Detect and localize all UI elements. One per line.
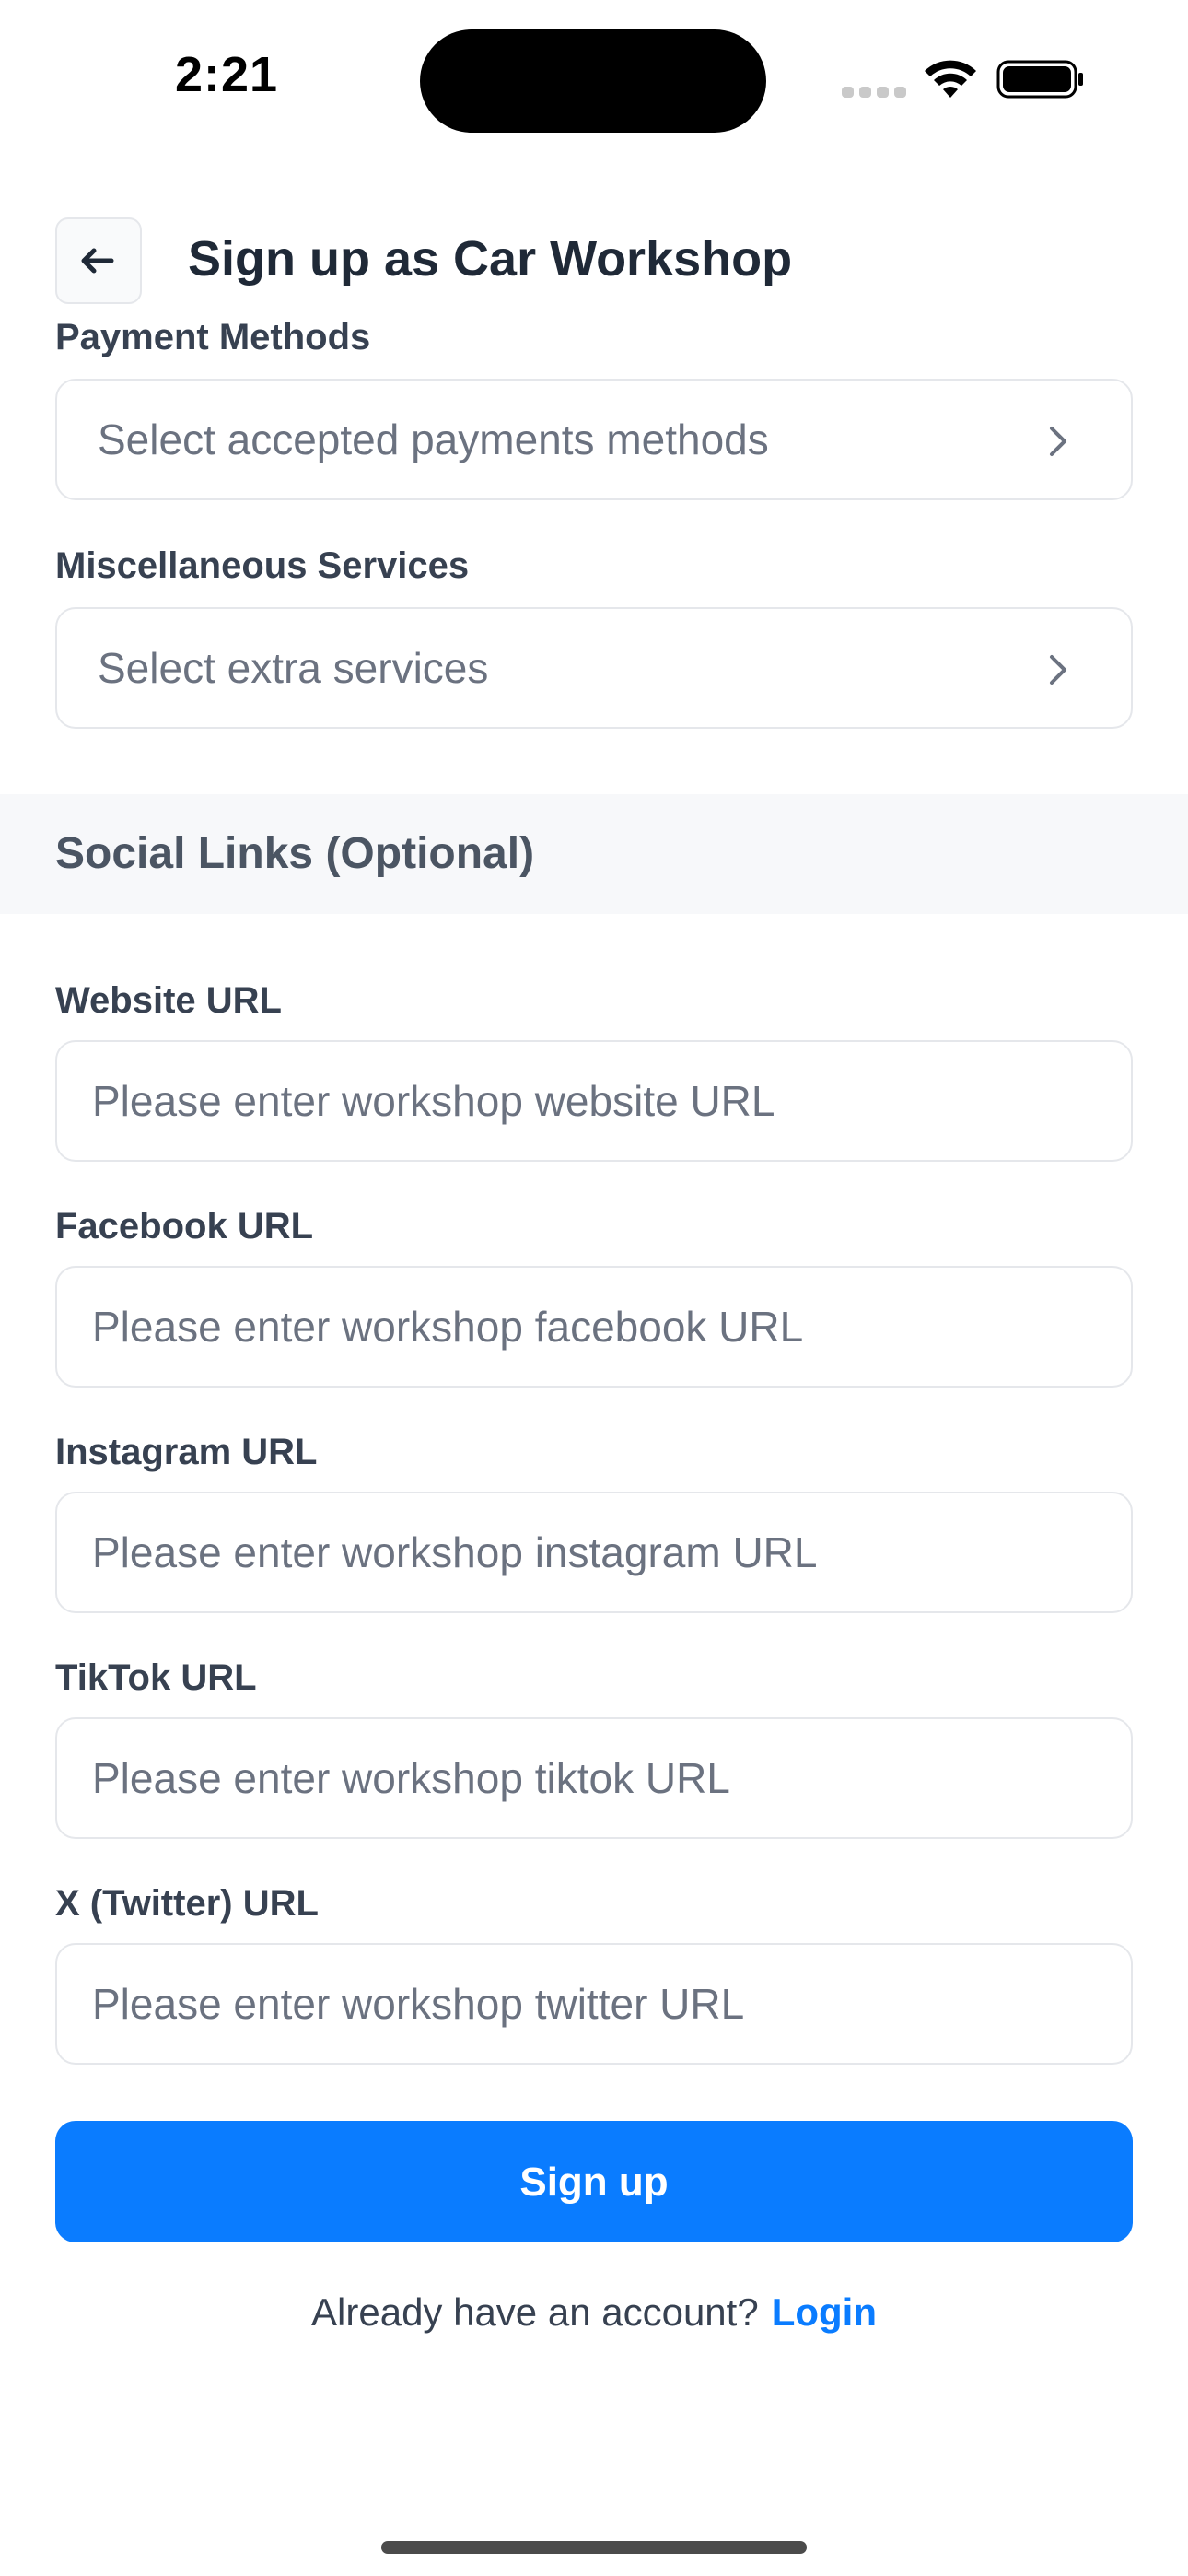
website-url-label: Website URL	[55, 980, 282, 1021]
wifi-icon	[925, 60, 976, 98]
tiktok-url-input[interactable]	[55, 1717, 1133, 1839]
page-title: Sign up as Car Workshop	[188, 231, 793, 287]
signup-button[interactable]: Sign up	[55, 2121, 1133, 2242]
facebook-url-label: Facebook URL	[55, 1206, 314, 1247]
signup-screen: 2:21 Sign up as Car Workshop Payment Met…	[0, 0, 1188, 2576]
status-time: 2:21	[175, 47, 279, 102]
status-bar: 2:21	[0, 0, 1188, 157]
battery-icon	[996, 60, 1083, 99]
misc-services-label: Miscellaneous Services	[55, 545, 470, 586]
home-indicator[interactable]	[381, 2541, 807, 2554]
social-links-title: Social Links (Optional)	[55, 829, 535, 878]
login-prompt: Already have an account? Login	[0, 2290, 1188, 2335]
login-prompt-text: Already have an account?	[311, 2290, 759, 2334]
payment-methods-label: Payment Methods	[55, 317, 371, 357]
facebook-url-input[interactable]	[55, 1266, 1133, 1388]
login-link[interactable]: Login	[772, 2290, 877, 2334]
misc-services-select[interactable]: Select extra services	[55, 607, 1133, 729]
arrow-left-icon	[81, 248, 114, 274]
dynamic-island	[420, 29, 766, 133]
chevron-right-icon	[1050, 655, 1066, 685]
tiktok-url-label: TikTok URL	[55, 1657, 257, 1698]
misc-services-placeholder: Select extra services	[98, 644, 489, 692]
back-button[interactable]	[55, 217, 142, 304]
cellular-signal-icon	[842, 87, 906, 98]
instagram-url-input[interactable]	[55, 1492, 1133, 1613]
website-url-input[interactable]	[55, 1040, 1133, 1162]
twitter-url-label: X (Twitter) URL	[55, 1883, 319, 1924]
social-links-section-header: Social Links (Optional)	[0, 794, 1188, 914]
payment-methods-placeholder: Select accepted payments methods	[98, 416, 769, 463]
payment-methods-select[interactable]: Select accepted payments methods	[55, 379, 1133, 500]
instagram-url-label: Instagram URL	[55, 1432, 318, 1472]
twitter-url-input[interactable]	[55, 1943, 1133, 2065]
chevron-right-icon	[1050, 427, 1066, 456]
